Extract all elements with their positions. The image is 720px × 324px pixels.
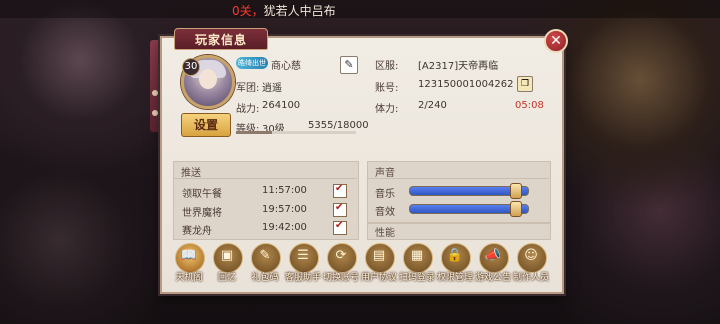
rail-dot (152, 90, 158, 96)
music-slider-knob[interactable] (510, 183, 523, 199)
push-item-label: 赛龙舟 (182, 226, 212, 237)
customer-service-button[interactable]: ☰ 客服助手 (285, 243, 321, 283)
panel-left-rail (150, 40, 160, 132)
switch-icon: ⟳ (335, 248, 347, 263)
switch-account-button[interactable]: ⟳ 切换账号 (323, 243, 359, 283)
chat-icon: ☰ (297, 248, 309, 263)
broadcast-prefix: 0关， (232, 4, 264, 18)
bottom-button-bar: 📖 天机阁 ▣ 回忆 ✎ 礼包码 ☰ 客服助手 ⟳ 切换账号 ▤ 用户协议 ▦ 扫码登录 🔒 权… (168, 243, 552, 283)
gift-code-button[interactable]: ✎ 礼包码 (248, 243, 282, 283)
power-value: 264100 (262, 100, 301, 111)
user-agreement-button[interactable]: ▤ 用户协议 (361, 243, 397, 283)
effects-slider-knob[interactable] (510, 201, 523, 217)
rename-button[interactable]: ✎ (340, 56, 358, 74)
lock-icon: 🔒 (446, 248, 464, 263)
server-value: [A2317]天帝再临 (418, 61, 499, 72)
copy-account-button[interactable]: ❐ (517, 76, 533, 92)
copy-icon: ❐ (520, 79, 530, 89)
broadcast-text: 犹若人中吕布 (263, 4, 336, 18)
power-label: 战力: (236, 104, 260, 115)
player-level-badge: 30 (182, 58, 200, 76)
push-item-checkbox[interactable] (333, 220, 347, 235)
music-label: 音乐 (375, 189, 395, 200)
panel-title-tab: 玩家信息 (174, 28, 268, 50)
push-divider (173, 178, 357, 179)
close-button[interactable]: ✕ (544, 29, 568, 53)
server-label: 区服: (375, 61, 399, 72)
pencil-icon: ✎ (344, 58, 354, 71)
button-label: 制作人员 (512, 273, 549, 283)
push-section-title: 推送 (181, 168, 201, 179)
book-icon: 📖 (180, 248, 198, 263)
close-icon: ✕ (550, 33, 562, 49)
sound-section-title: 声音 (375, 168, 395, 179)
rail-dot (152, 110, 158, 116)
gift-icon: ✎ (259, 248, 271, 263)
sound-divider (367, 178, 549, 179)
push-item-checkbox[interactable] (333, 202, 347, 217)
push-item-label: 世界魔将 (182, 208, 222, 219)
legion-value: 逍遥 (262, 83, 282, 94)
panel-title: 玩家信息 (194, 33, 247, 47)
push-item-label: 领取午餐 (182, 189, 222, 200)
permissions-button[interactable]: 🔒 权限管理 (437, 243, 473, 283)
memories-button[interactable]: ▣ 回忆 (210, 243, 244, 283)
image-icon: ▣ (220, 248, 234, 263)
push-item-checkbox[interactable] (333, 183, 347, 198)
tianjige-button[interactable]: 📖 天机阁 (172, 243, 206, 283)
megaphone-icon: 📣 (484, 248, 502, 263)
stamina-timer: 05:08 (515, 100, 544, 111)
qr-icon: ▦ (410, 248, 424, 263)
effects-label: 音效 (375, 207, 395, 218)
push-item-time: 19:57:00 (262, 204, 307, 215)
player-name: 商心慈 (271, 61, 301, 72)
exp-value: 5355/18000 (308, 120, 369, 131)
stamina-label: 体力: (375, 104, 399, 115)
push-item-time: 11:57:00 (262, 185, 307, 196)
title-badge: 皓绮出世 (236, 57, 268, 69)
broadcast-message: 0关，犹若人中吕布 (232, 2, 336, 19)
document-icon: ▤ (372, 248, 386, 263)
performance-section-title: 性能 (375, 228, 395, 239)
top-broadcast-bar: 0关，犹若人中吕布 (0, 0, 720, 18)
settings-button[interactable]: 设置 (181, 113, 231, 137)
credits-button[interactable]: ☺ 制作人员 (513, 243, 549, 283)
qr-login-button[interactable]: ▦ 扫码登录 (399, 243, 435, 283)
avatar-face (199, 69, 217, 89)
exp-progress-bar (236, 131, 356, 134)
stamina-value: 2/240 (418, 100, 447, 111)
people-icon: ☺ (524, 248, 538, 263)
exp-progress-fill (236, 131, 272, 134)
account-value: 123150001004262 (418, 79, 514, 90)
announcement-button[interactable]: 📣 游戏公告 (475, 243, 511, 283)
push-item-time: 19:42:00 (262, 222, 307, 233)
account-label: 账号: (375, 83, 399, 94)
legion-label: 军团: (236, 83, 260, 94)
